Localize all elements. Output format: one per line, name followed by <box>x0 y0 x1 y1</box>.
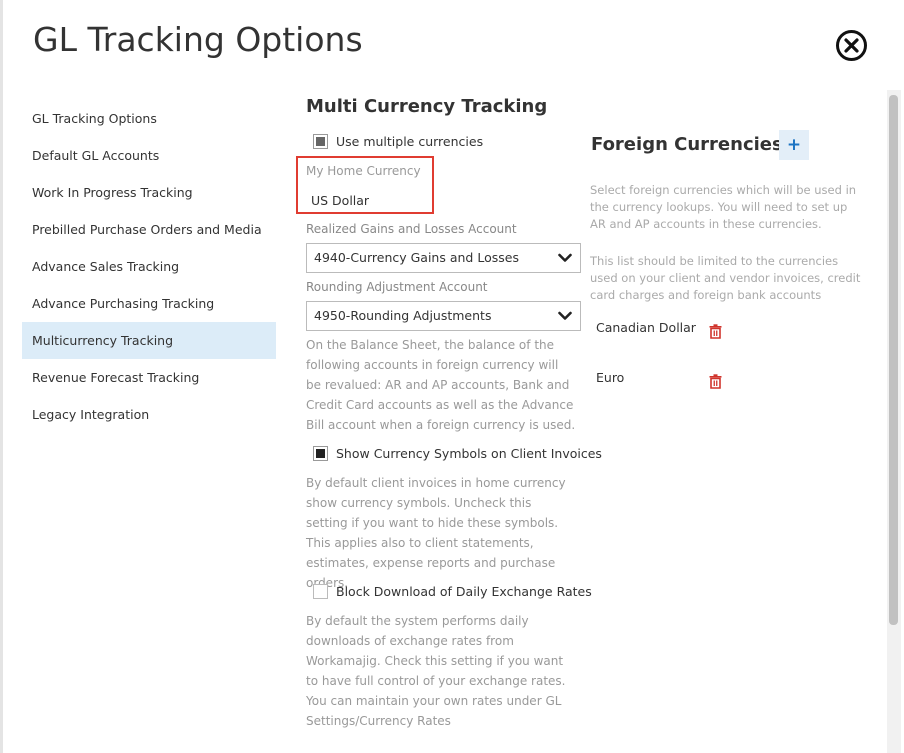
sidebar-item-work-in-progress[interactable]: Work In Progress Tracking <box>22 174 276 211</box>
balance-sheet-help-text: On the Balance Sheet, the balance of the… <box>306 338 576 432</box>
foreign-currencies-title: Foreign Currencies <box>591 134 783 155</box>
sidebar-item-legacy-integration[interactable]: Legacy Integration <box>22 396 276 433</box>
rounding-adjustment-select[interactable]: 4950-Rounding Adjustments <box>306 301 581 331</box>
realized-gains-value: 4940-Currency Gains and Losses <box>314 250 519 265</box>
sidebar-item-advance-purchasing[interactable]: Advance Purchasing Tracking <box>22 285 276 322</box>
trash-icon[interactable] <box>709 324 722 339</box>
block-download-checkbox[interactable]: Block Download of Daily Exchange Rates <box>313 584 592 599</box>
currency-item-euro: Euro <box>596 370 625 385</box>
add-currency-button[interactable]: + <box>779 130 809 160</box>
checkbox-box[interactable] <box>313 584 328 599</box>
home-currency-label: My Home Currency <box>306 164 421 178</box>
scrollbar-thumb[interactable] <box>889 95 898 625</box>
realized-gains-label: Realized Gains and Losses Account <box>306 222 517 236</box>
close-button[interactable] <box>836 30 867 61</box>
sidebar-item-gl-tracking-options[interactable]: GL Tracking Options <box>22 100 276 137</box>
rounding-adjustment-value: 4950-Rounding Adjustments <box>314 308 492 323</box>
currency-item-canadian-dollar: Canadian Dollar <box>596 320 696 335</box>
dialog-title: GL Tracking Options <box>33 20 363 59</box>
checkbox-label: Use multiple currencies <box>336 134 484 149</box>
show-currency-symbols-checkbox[interactable]: Show Currency Symbols on Client Invoices <box>313 446 602 461</box>
chevron-down-icon <box>558 253 572 262</box>
plus-icon: + <box>786 134 802 155</box>
chevron-down-icon <box>558 311 572 320</box>
currency-symbols-help-text: By default client invoices in home curre… <box>306 476 566 590</box>
sidebar-nav: GL Tracking Options Default GL Accounts … <box>22 100 276 433</box>
scrollbar[interactable] <box>887 90 901 753</box>
checkbox-label: Block Download of Daily Exchange Rates <box>336 584 592 599</box>
sidebar-item-prebilled-purchase-orders[interactable]: Prebilled Purchase Orders and Media <box>22 211 276 248</box>
block-download-help-text: By default the system performs daily dow… <box>306 614 566 728</box>
rounding-adjustment-label: Rounding Adjustment Account <box>306 280 488 294</box>
checkbox-box[interactable] <box>313 446 328 461</box>
checkbox-box[interactable] <box>313 134 328 149</box>
foreign-currencies-help-1: Select foreign currencies which will be … <box>590 183 857 231</box>
sidebar-item-advance-sales[interactable]: Advance Sales Tracking <box>22 248 276 285</box>
realized-gains-select[interactable]: 4940-Currency Gains and Losses <box>306 243 581 273</box>
backdrop-edge <box>0 0 3 753</box>
trash-icon[interactable] <box>709 374 722 389</box>
sidebar-item-default-gl-accounts[interactable]: Default GL Accounts <box>22 137 276 174</box>
foreign-currencies-help-2: This list should be limited to the curre… <box>590 254 861 302</box>
use-multiple-currencies-checkbox[interactable]: Use multiple currencies <box>313 134 483 149</box>
checkbox-label: Show Currency Symbols on Client Invoices <box>336 446 602 461</box>
sidebar-item-revenue-forecast[interactable]: Revenue Forecast Tracking <box>22 359 276 396</box>
section-title: Multi Currency Tracking <box>306 96 548 117</box>
close-circle-icon <box>844 38 859 53</box>
gl-tracking-options-dialog: GL Tracking Options GL Tracking Options … <box>0 0 904 753</box>
sidebar-item-multicurrency[interactable]: Multicurrency Tracking <box>22 322 276 359</box>
home-currency-value: US Dollar <box>311 193 370 208</box>
